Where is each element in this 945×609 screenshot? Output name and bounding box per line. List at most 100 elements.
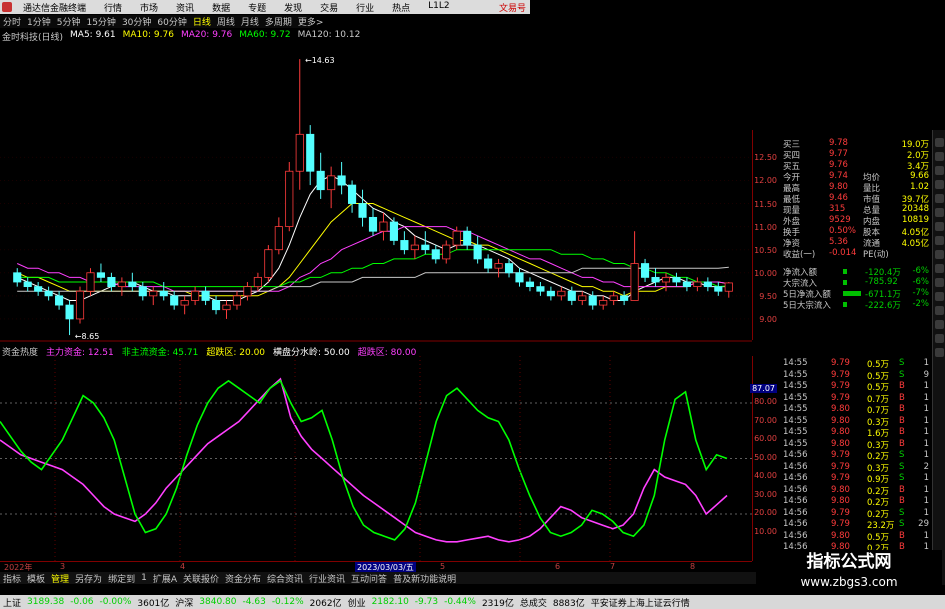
menu-item[interactable]: 行业 xyxy=(347,1,383,14)
bottom-tab[interactable]: 普及新功能说明 xyxy=(390,572,459,585)
price-tick: 10.00 xyxy=(754,268,777,278)
tick-volume: 1.6万 xyxy=(867,429,890,439)
indicator-tick: 50.00 xyxy=(754,452,777,462)
tick-count: 29 xyxy=(918,519,929,529)
period-button[interactable]: 30分钟 xyxy=(119,15,154,28)
toolbar-icon[interactable] xyxy=(935,320,944,329)
period-button[interactable]: 月线 xyxy=(238,15,262,28)
bottom-tab[interactable]: 关联报价 xyxy=(180,572,222,585)
period-button[interactable]: 60分钟 xyxy=(154,15,189,28)
date-label: 4 xyxy=(180,562,186,571)
menu-item[interactable]: 交易 xyxy=(311,1,347,14)
period-button[interactable]: 1分钟 xyxy=(24,15,54,28)
tick-time: 14:55 xyxy=(783,381,808,391)
flow-row: 净流入额 -120.4万 -6% xyxy=(781,266,931,278)
toolbar-icon[interactable] xyxy=(935,292,944,301)
status-item: -4.63 xyxy=(242,597,266,607)
candle xyxy=(473,235,482,264)
candle xyxy=(682,277,691,292)
toolbar-icon[interactable] xyxy=(935,208,944,217)
candle xyxy=(337,162,346,195)
tick-row: 14:55 9.79 0.5万 S 9 xyxy=(781,370,931,382)
indicator-tick: 10.00 xyxy=(754,526,777,536)
menu-item[interactable]: 通达信金融终端 xyxy=(14,1,95,14)
candle xyxy=(661,272,671,292)
bottom-tab[interactable]: 资金分布 xyxy=(222,572,264,585)
toolbar-icon[interactable] xyxy=(935,264,944,273)
menu-item[interactable]: L1L2 xyxy=(419,1,458,14)
price-tick: 12.50 xyxy=(754,153,777,163)
toolbar-icon[interactable] xyxy=(935,236,944,245)
toolbar-icon[interactable] xyxy=(935,250,944,259)
bottom-tab[interactable]: 扩展A xyxy=(150,572,180,585)
candle xyxy=(327,166,336,209)
quote-row: 换手 0.50% 股本 4.05亿 xyxy=(781,226,931,238)
tick-side: S xyxy=(899,461,905,472)
status-item: 2182.10 xyxy=(371,597,409,607)
candle xyxy=(557,286,566,301)
bottom-tab[interactable]: 模板 xyxy=(24,572,48,585)
menu-item[interactable]: 专题 xyxy=(239,1,275,14)
status-item: -0.06 xyxy=(70,597,94,607)
period-button[interactable]: 更多> xyxy=(295,15,327,28)
toolbar-icon[interactable] xyxy=(935,334,944,343)
period-button[interactable]: 5分钟 xyxy=(54,15,84,28)
bottom-tab[interactable]: 指标 xyxy=(0,572,24,585)
bottom-tab[interactable]: 另存为 xyxy=(72,572,105,585)
quote-row: 买四 9.77 2.0万 xyxy=(781,149,931,161)
tick-time: 14:56 xyxy=(783,519,808,529)
period-toolbar: 分时 1分钟 5分钟 15分钟 30分钟 60分钟 日线 周线 月线 多周期 更多> xyxy=(0,15,323,28)
candle xyxy=(724,282,733,298)
indicator-chart[interactable] xyxy=(0,356,752,561)
period-button[interactable]: 日线 xyxy=(190,15,214,28)
date-label: 5 xyxy=(440,562,446,571)
period-button[interactable]: 多周期 xyxy=(262,15,295,28)
tick-price: 9.79 xyxy=(831,473,850,483)
bottom-tab[interactable]: 管理 xyxy=(48,572,72,585)
quote-right: 1.02 xyxy=(910,182,929,192)
menu-item[interactable]: 市场 xyxy=(131,1,167,14)
candlestick-chart[interactable]: ←14.63 ←8.65 xyxy=(0,42,752,342)
menu-item[interactable]: 行情 xyxy=(95,1,131,14)
menu-item[interactable]: 资讯 xyxy=(167,1,203,14)
quote-value: 315 xyxy=(829,204,846,214)
high-label: ←14.63 xyxy=(305,56,335,65)
toolbar-icon[interactable] xyxy=(935,348,944,357)
indicator-axis: 87.07 80.00 70.00 60.00 50.00 40.00 30.00 20.00… xyxy=(750,356,780,561)
period-button[interactable]: 分时 xyxy=(0,15,24,28)
menu-item[interactable]: 数据 xyxy=(203,1,239,14)
quote-right: 10819 xyxy=(901,215,929,225)
menu-item[interactable]: 发现 xyxy=(275,1,311,14)
quote-row: 今开 9.74 均价 9.66 xyxy=(781,171,931,183)
bottom-tab[interactable]: 互动问答 xyxy=(348,572,390,585)
period-button[interactable]: 15分钟 xyxy=(83,15,118,28)
quote-row: 买三 9.78 19.0万 xyxy=(781,138,931,150)
toolbar-icon[interactable] xyxy=(935,138,944,147)
period-button[interactable]: 周线 xyxy=(214,15,238,28)
quote-label2: PE(动) xyxy=(863,250,889,260)
tick-count: 1 xyxy=(923,392,929,403)
stock-name: 金时科技(日线) xyxy=(2,33,64,43)
bottom-tab[interactable]: 1 xyxy=(138,573,150,583)
tick-row: 14:56 9.80 0.2万 B 1 xyxy=(781,485,931,497)
side-toolbar[interactable] xyxy=(932,130,945,585)
bottom-tab[interactable]: 综合资讯 xyxy=(264,572,306,585)
toolbar-icon[interactable] xyxy=(935,278,944,287)
candle xyxy=(191,286,200,306)
tick-row: 14:56 9.79 0.2万 S 1 xyxy=(781,450,931,462)
tick-price: 9.80 xyxy=(831,530,850,541)
bottom-tab[interactable]: 行业资讯 xyxy=(306,572,348,585)
status-item: -0.12% xyxy=(271,597,304,607)
toolbar-icon[interactable] xyxy=(935,180,944,189)
toolbar-icon[interactable] xyxy=(935,152,944,161)
toolbar-icon[interactable] xyxy=(935,166,944,175)
tick-count: 1 xyxy=(923,381,929,391)
indicator-tick: 80.00 xyxy=(754,397,777,406)
toolbar-icon[interactable] xyxy=(935,306,944,315)
quote-value: 9.80 xyxy=(829,182,848,192)
tick-price: 9.79 xyxy=(831,507,850,518)
menu-item[interactable]: 热点 xyxy=(383,1,419,14)
bottom-tab[interactable]: 绑定到 xyxy=(105,572,138,585)
toolbar-icon[interactable] xyxy=(935,222,944,231)
toolbar-icon[interactable] xyxy=(935,194,944,203)
